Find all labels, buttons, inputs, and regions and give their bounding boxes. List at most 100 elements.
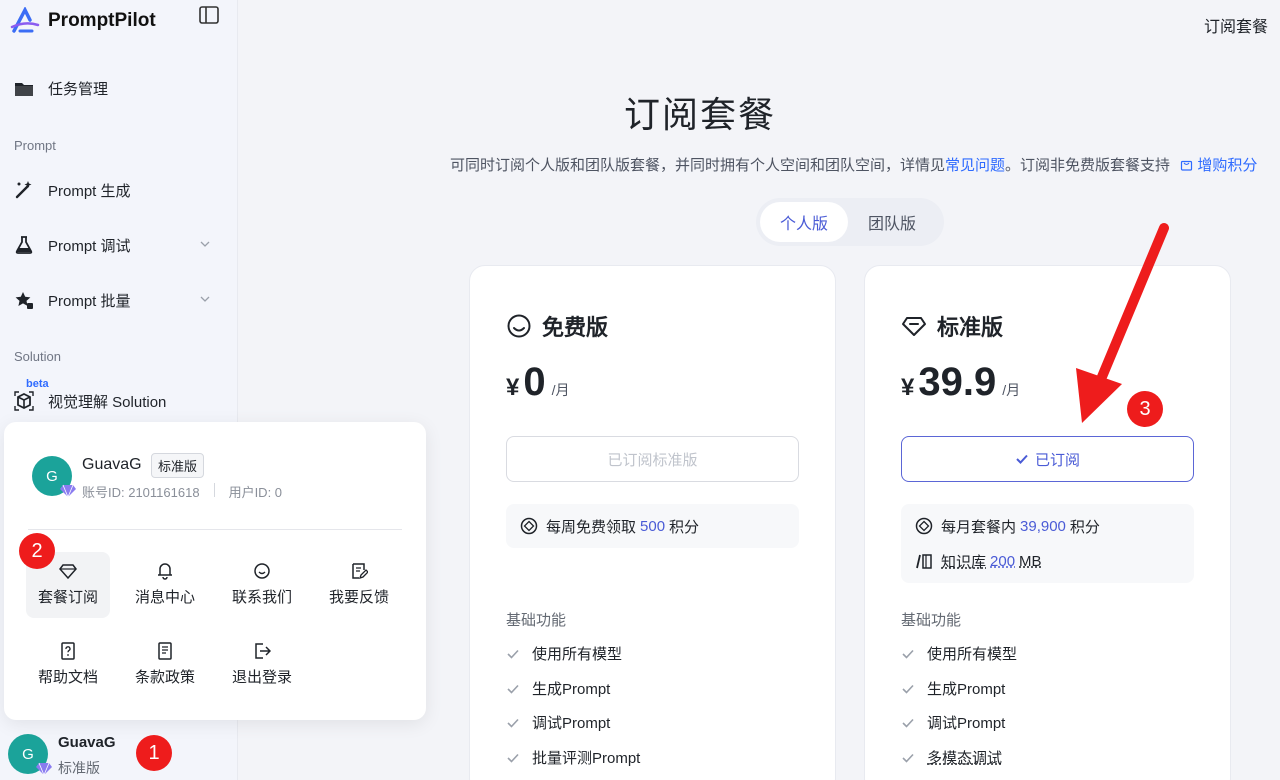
buy-points-link[interactable]: 增购积分	[1180, 157, 1257, 174]
check-icon	[1016, 454, 1028, 464]
benefit-label: 每周免费领取	[546, 518, 637, 536]
buy-points-label: 增购积分	[1197, 157, 1258, 174]
sidebar-item-label: Prompt 生成	[48, 182, 131, 200]
menu-item-feedback[interactable]: 我要反馈	[317, 552, 401, 618]
benefit-box: 每月套餐内 39,900 积分 知识库 200 MB	[901, 504, 1194, 583]
sidebar-item-label: 视觉理解 Solution	[48, 393, 167, 411]
avatar: G	[32, 456, 76, 498]
user-ids: 账号ID: 2101161618 用户ID: 0	[82, 482, 282, 501]
document-icon	[158, 642, 172, 660]
diamond-icon	[902, 317, 926, 336]
benefit-box: 每周免费领取 500 积分	[506, 504, 799, 548]
user-profile-button[interactable]: G GuavaG 标准版	[8, 732, 228, 776]
flask-icon	[12, 233, 36, 257]
check-icon	[507, 718, 519, 728]
feature-label: 使用所有模型	[532, 646, 623, 663]
feature-label: 多模态调试	[927, 750, 1003, 767]
feature-item: 批量评测Prompt	[506, 747, 640, 768]
menu-item-label: 我要反馈	[328, 589, 389, 606]
kb-value: 200	[990, 552, 1016, 570]
feature-label: 批量评测Prompt	[532, 750, 641, 767]
diamond-badge-icon	[60, 484, 76, 498]
batch-star-icon	[12, 288, 36, 312]
benefit-points: 每周免费领取 500 积分	[520, 514, 785, 538]
feature-item: 使用所有模型	[506, 643, 622, 664]
benefit-points: 每月套餐内 39,900 积分	[915, 514, 1180, 538]
user-plan: 标准版	[58, 760, 100, 776]
diamond-badge-icon	[36, 762, 52, 776]
plan-price: ¥ 39.9 /月	[901, 360, 1020, 405]
section-label-prompt: Prompt	[14, 138, 56, 153]
plan-card-free: 免费版 ¥ 0 /月 已订阅标准版 每周免费领取 500 积分 基础功能 使用所…	[469, 265, 836, 780]
annotation-badge-1: 1	[136, 735, 172, 771]
bell-icon	[158, 563, 172, 580]
sidebar-item-prompt-batch[interactable]: Prompt 批量	[12, 280, 222, 320]
chevron-down-icon[interactable]	[200, 294, 210, 304]
feature-label: 生成Prompt	[927, 681, 1006, 698]
subscribed-standard-button[interactable]: 已订阅标准版	[506, 436, 799, 482]
sidebar-item-label: Prompt 调试	[48, 237, 131, 255]
chat-icon	[254, 563, 270, 579]
feature-item: 调试Prompt	[901, 712, 1005, 733]
menu-item-contact[interactable]: 联系我们	[220, 552, 304, 618]
menu-item-terms[interactable]: 条款政策	[123, 632, 207, 698]
user-name: GuavaG	[58, 734, 116, 751]
subtitle-text: 。订阅非免费版套餐支持	[1005, 157, 1171, 174]
plan-title: 免费版	[506, 310, 608, 342]
user-menu-popup: G GuavaG 标准版 账号ID: 2101161618 用户ID: 0 套餐…	[4, 422, 426, 720]
feature-item: 生成Prompt	[901, 678, 1005, 699]
help-doc-icon	[61, 642, 75, 660]
edit-note-icon	[352, 563, 368, 580]
menu-item-label: 套餐订阅	[37, 589, 98, 606]
plan-badge: 标准版	[151, 453, 205, 478]
benefit-label: 每月套餐内	[941, 518, 1017, 536]
currency: ¥	[901, 374, 915, 401]
feature-item: 生成Prompt	[506, 678, 610, 699]
menu-item-logout[interactable]: 退出登录	[220, 632, 304, 698]
plan-type-tabs: 个人版 团队版	[756, 198, 944, 246]
sidebar-item-prompt-debug[interactable]: Prompt 调试	[12, 225, 222, 265]
benefit-unit: 积分	[1069, 518, 1100, 536]
chevron-down-icon[interactable]	[200, 239, 210, 249]
sidebar-toggle-icon[interactable]	[199, 6, 219, 24]
button-label: 已订阅	[1034, 451, 1080, 469]
points-coin-icon	[915, 517, 933, 535]
page-title: 订阅套餐	[623, 94, 776, 135]
check-icon	[507, 753, 519, 763]
subscribed-button[interactable]: 已订阅	[901, 436, 1194, 482]
menu-item-help[interactable]: 帮助文档	[26, 632, 110, 698]
menu-item-label: 帮助文档	[37, 669, 98, 686]
feature-label: 使用所有模型	[927, 646, 1018, 663]
popup-user-name: GuavaG	[82, 456, 142, 473]
sidebar-item-task-management[interactable]: 任务管理	[12, 68, 222, 108]
app-name: PromptPilot	[48, 10, 156, 31]
menu-item-messages[interactable]: 消息中心	[123, 552, 207, 618]
subtitle-text: 可同时订阅个人版和团队版套餐，并同时拥有个人空间和团队空间，详情见	[450, 157, 946, 174]
feature-label: 调试Prompt	[532, 715, 611, 732]
benefit-unit: 积分	[669, 518, 700, 536]
tab-personal[interactable]: 个人版	[760, 202, 848, 242]
price-unit: /月	[551, 382, 570, 398]
feature-item: 使用所有模型	[901, 643, 1017, 664]
section-label-solution: Solution	[14, 349, 61, 364]
price-value: 39.9	[918, 360, 997, 404]
feature-label: 调试Prompt	[927, 715, 1006, 732]
feature-item: 调试Prompt	[506, 712, 610, 733]
sidebar-item-prompt-generate[interactable]: Prompt 生成	[12, 170, 222, 210]
plan-price: ¥ 0 /月	[506, 360, 570, 405]
check-icon	[902, 649, 914, 659]
magic-wand-icon	[12, 178, 36, 202]
price-unit: /月	[1002, 382, 1021, 398]
tab-team[interactable]: 团队版	[848, 202, 936, 242]
faq-link[interactable]: 常见问题	[945, 157, 1005, 174]
annotation-arrow-icon	[1076, 223, 1169, 423]
avatar-letter: G	[22, 745, 34, 763]
benefit-knowledge-base: 知识库 200 MB	[915, 549, 1180, 573]
check-icon	[902, 684, 914, 694]
menu-item-label: 联系我们	[231, 589, 292, 606]
logo[interactable]: PromptPilot	[10, 6, 230, 36]
check-icon	[507, 649, 519, 659]
sidebar-item-visual-solution[interactable]: 视觉理解 Solution	[12, 381, 222, 421]
feature-label: 生成Prompt	[532, 681, 611, 698]
check-icon	[902, 718, 914, 728]
